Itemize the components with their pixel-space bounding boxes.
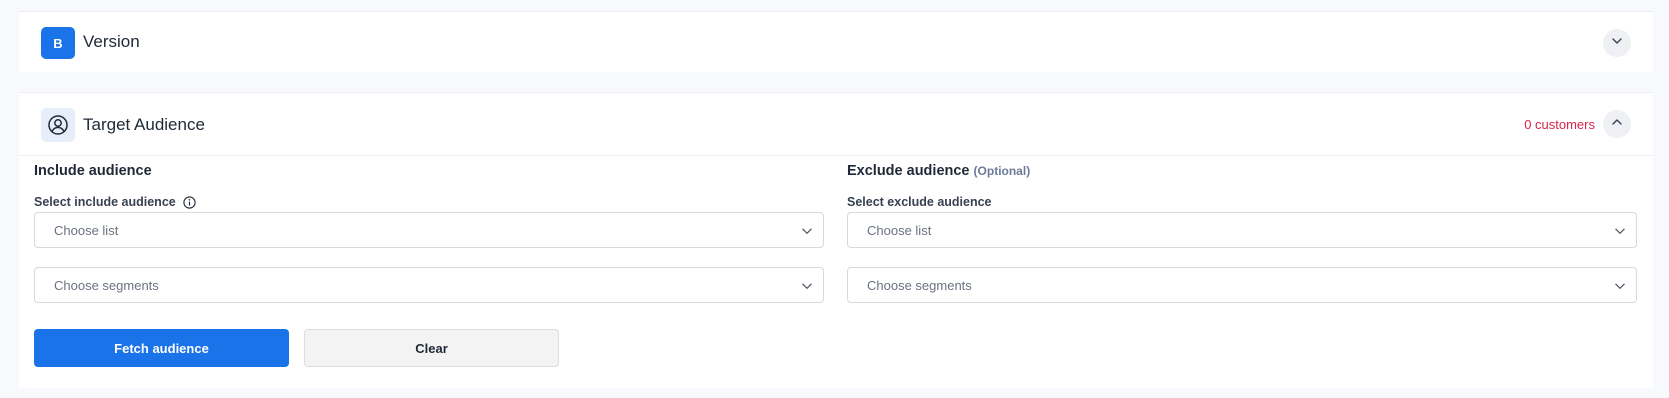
exclude-audience-title: Exclude audience (Optional) (847, 163, 1030, 179)
chevron-down-icon (1614, 279, 1626, 297)
exclude-list-placeholder: Choose list (867, 223, 932, 238)
exclude-audience-title-text: Exclude audience (847, 163, 970, 179)
exclude-audience-label: Select exclude audience (847, 195, 992, 209)
chevron-down-icon (801, 224, 813, 242)
version-title: Version (83, 32, 140, 51)
include-segments-select[interactable]: Choose segments (34, 267, 824, 303)
include-segments-placeholder: Choose segments (54, 278, 159, 293)
audience-toggle-button[interactable] (1603, 110, 1631, 138)
version-badge: B (41, 27, 75, 59)
include-audience-label: Select include audience (34, 195, 196, 209)
target-audience-section: Target Audience 0 customers Include audi… (19, 92, 1653, 388)
exclude-list-select[interactable]: Choose list (847, 212, 1637, 248)
clear-button[interactable]: Clear (304, 329, 559, 367)
customers-count: 0 customers (1524, 117, 1595, 132)
chevron-up-icon (1611, 115, 1623, 133)
exclude-segments-select[interactable]: Choose segments (847, 267, 1637, 303)
chevron-down-icon (801, 279, 813, 297)
optional-tag: (Optional) (973, 164, 1031, 178)
include-list-select[interactable]: Choose list (34, 212, 824, 248)
fetch-audience-button[interactable]: Fetch audience (34, 329, 289, 367)
include-list-placeholder: Choose list (54, 223, 119, 238)
user-circle-icon (41, 108, 75, 142)
chevron-down-icon (1611, 34, 1623, 52)
info-icon[interactable] (183, 195, 196, 209)
version-toggle-button[interactable] (1603, 29, 1631, 57)
exclude-segments-placeholder: Choose segments (867, 278, 972, 293)
include-audience-label-text: Select include audience (34, 195, 176, 209)
chevron-down-icon (1614, 224, 1626, 242)
audience-header: Target Audience 0 customers (19, 93, 1653, 156)
exclude-audience-label-text: Select exclude audience (847, 195, 992, 209)
audience-title: Target Audience (83, 115, 205, 134)
version-section: B Version (19, 11, 1653, 72)
include-audience-title: Include audience (34, 163, 152, 179)
